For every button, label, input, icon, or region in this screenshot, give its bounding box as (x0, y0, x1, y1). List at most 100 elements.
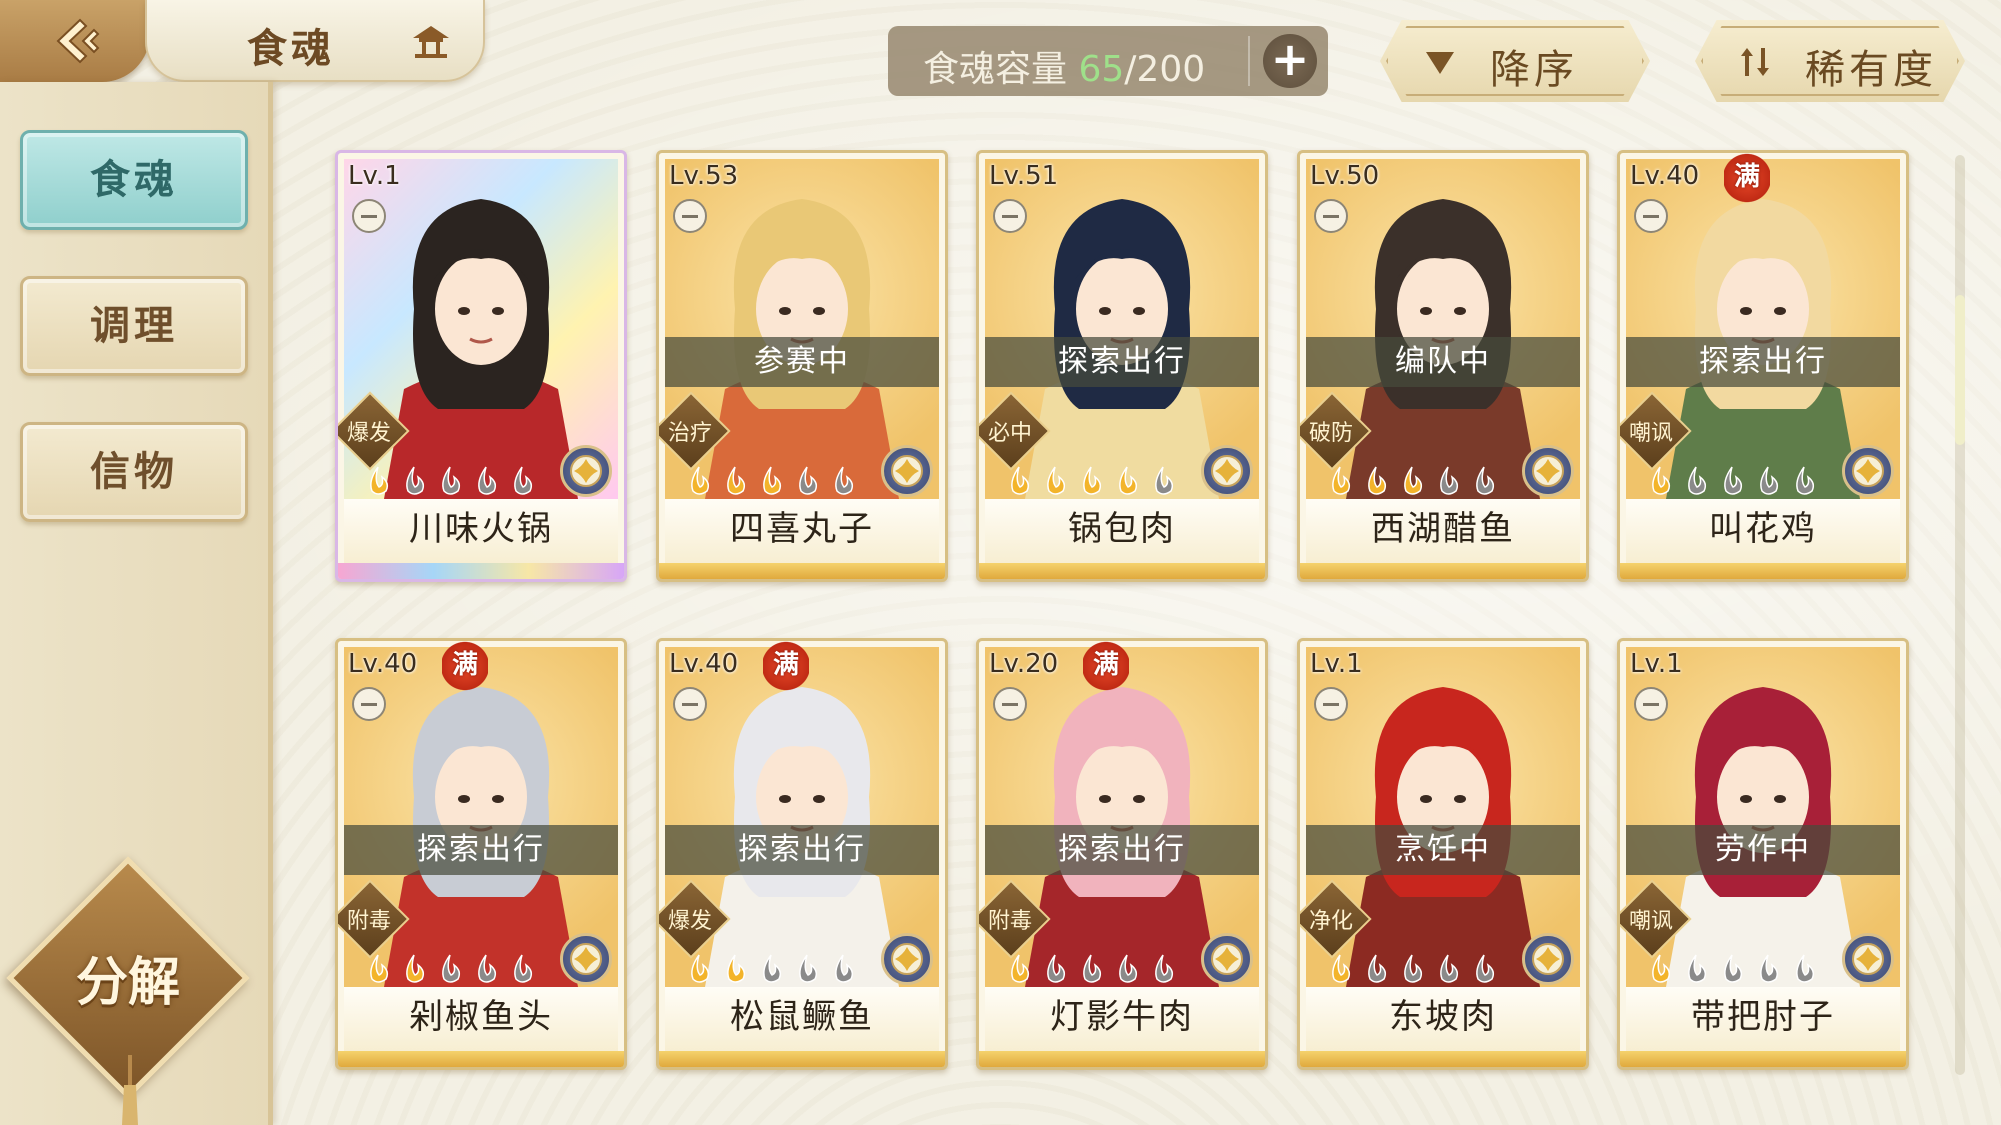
card-status: 烹饪中 (1306, 825, 1580, 875)
element-icon (1201, 933, 1253, 985)
card-status: 劳作中 (1626, 825, 1900, 875)
flame-lit-icon (727, 466, 746, 495)
element-icon (560, 445, 612, 497)
capacity-label: 食魂容量 (923, 49, 1068, 90)
food-soul-card-8[interactable]: 探索出行 Lv.20 满 附毒 灯影牛肉 (976, 638, 1268, 1070)
flame-dim-icon (1155, 954, 1174, 983)
flame-lit-icon (1652, 954, 1671, 983)
capacity-divider (1248, 36, 1250, 86)
card-level: Lv.1 (348, 161, 401, 191)
card-level: Lv.40 (669, 649, 739, 679)
flame-dim-icon (1155, 466, 1174, 495)
lock-toggle-icon[interactable] (673, 199, 707, 233)
flame-dim-icon (1440, 954, 1459, 983)
food-soul-card-1[interactable]: Lv.1 爆发 川味火锅 (335, 150, 627, 582)
lock-toggle-icon[interactable] (993, 199, 1027, 233)
food-soul-card-9[interactable]: 烹饪中 Lv.1 净化 东坡肉 (1297, 638, 1589, 1070)
card-level: Lv.40 (348, 649, 418, 679)
food-soul-card-10[interactable]: 劳作中 Lv.1 嘲讽 带把肘子 (1617, 638, 1909, 1070)
sort-order-button[interactable]: 降序 (1380, 20, 1650, 102)
card-level: Lv.40 (1630, 161, 1700, 191)
flame-lit-icon (1047, 466, 1066, 495)
flame-dim-icon (1688, 954, 1707, 983)
lock-toggle-icon[interactable] (1314, 199, 1348, 233)
expand-capacity-button[interactable]: + (1263, 34, 1317, 88)
flame-dim-icon (1724, 954, 1743, 983)
flame-lit-icon (1652, 466, 1671, 495)
max-level-badge: 满 (442, 641, 488, 691)
flame-dim-icon (514, 466, 533, 495)
card-name: 川味火锅 (344, 499, 618, 563)
card-rarity-strip (1620, 563, 1906, 579)
flame-dim-icon (835, 954, 854, 983)
element-icon (881, 445, 933, 497)
food-soul-card-5[interactable]: 探索出行 Lv.40 满 嘲讽 叫花鸡 (1617, 150, 1909, 582)
food-soul-card-7[interactable]: 探索出行 Lv.40 满 爆发 松鼠鳜鱼 (656, 638, 948, 1070)
card-role: 净化 (1308, 909, 1353, 934)
flame-dim-icon (514, 954, 533, 983)
card-role: 爆发 (346, 421, 391, 446)
back-button[interactable] (0, 0, 150, 82)
card-level: Lv.1 (1310, 649, 1363, 679)
card-name: 西湖醋鱼 (1306, 499, 1580, 563)
card-status: 探索出行 (665, 825, 939, 875)
card-rarity-strip (659, 563, 945, 579)
element-icon (881, 933, 933, 985)
star-flames (1332, 466, 1495, 495)
star-flames (370, 954, 533, 983)
sidebar-item-food-souls[interactable]: 食魂 (20, 130, 248, 230)
food-soul-card-3[interactable]: 探索出行 Lv.51 必中 锅包肉 (976, 150, 1268, 582)
lock-toggle-icon[interactable] (1314, 687, 1348, 721)
pavilion-icon (413, 26, 449, 58)
star-flames (1652, 466, 1815, 495)
card-level: Lv.1 (1630, 649, 1683, 679)
scrollbar-thumb[interactable] (1955, 295, 1965, 445)
card-name: 带把肘子 (1626, 987, 1900, 1051)
star-flames (1011, 466, 1174, 495)
card-rarity-strip (338, 563, 624, 579)
star-flames (691, 466, 854, 495)
card-level: Lv.51 (989, 161, 1059, 191)
flame-dim-icon (478, 954, 497, 983)
flame-dim-icon (1368, 954, 1387, 983)
page-title: 食魂 (247, 26, 335, 72)
food-soul-card-6[interactable]: 探索出行 Lv.40 满 附毒 剁椒鱼头 (335, 638, 627, 1070)
card-name: 叫花鸡 (1626, 499, 1900, 563)
flame-dim-icon (1688, 466, 1707, 495)
card-role: 附毒 (987, 909, 1032, 934)
flame-dim-icon (1760, 466, 1779, 495)
star-flames (1332, 954, 1495, 983)
card-level: Lv.50 (1310, 161, 1380, 191)
flame-dim-icon (1047, 954, 1066, 983)
lock-toggle-icon[interactable] (1634, 687, 1668, 721)
card-status: 探索出行 (985, 825, 1259, 875)
food-soul-card-4[interactable]: 编队中 Lv.50 破防 西湖醋鱼 (1297, 150, 1589, 582)
flame-dim-icon (406, 466, 425, 495)
card-rarity-strip (338, 1051, 624, 1067)
lock-toggle-icon[interactable] (352, 199, 386, 233)
lock-toggle-icon[interactable] (993, 687, 1027, 721)
sort-rarity-button[interactable]: 稀有度 (1695, 20, 1965, 102)
capacity-max: /200 (1124, 49, 1206, 90)
element-icon (1842, 445, 1894, 497)
flame-lit-icon (1368, 466, 1387, 495)
lock-toggle-icon[interactable] (352, 687, 386, 721)
lock-toggle-icon[interactable] (673, 687, 707, 721)
food-soul-card-2[interactable]: 参赛中 Lv.53 治疗 四喜丸子 (656, 150, 948, 582)
flame-dim-icon (1476, 954, 1495, 983)
flame-lit-icon (1083, 466, 1102, 495)
element-icon (1842, 933, 1894, 985)
sidebar-item-conditioning[interactable]: 调理 (20, 276, 248, 376)
lock-toggle-icon[interactable] (1634, 199, 1668, 233)
card-rarity-strip (1300, 563, 1586, 579)
flame-dim-icon (1796, 466, 1815, 495)
scrollbar[interactable] (1955, 155, 1965, 1075)
flame-dim-icon (763, 954, 782, 983)
flame-dim-icon (442, 466, 461, 495)
card-name: 灯影牛肉 (985, 987, 1259, 1051)
sidebar-item-tokens[interactable]: 信物 (20, 422, 248, 522)
card-rarity-strip (1620, 1051, 1906, 1067)
flame-lit-icon (370, 466, 389, 495)
card-status: 探索出行 (985, 337, 1259, 387)
flame-lit-icon (691, 954, 710, 983)
